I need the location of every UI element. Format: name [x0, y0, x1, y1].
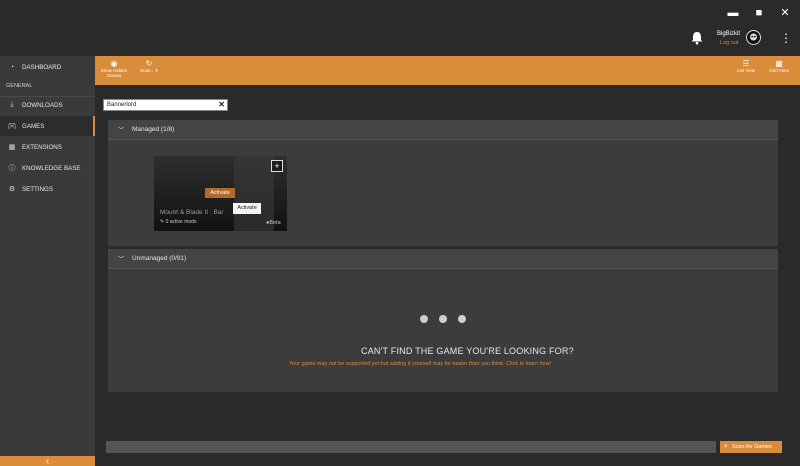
chevron-left-icon: ‹	[45, 455, 50, 466]
game-title: Mount & Blade II : Bar	[160, 209, 224, 216]
window-controls: ▬ ■ ✕	[726, 6, 792, 20]
sidebar-item-games[interactable]: 🎮︎ GAMES	[0, 116, 95, 136]
avatar[interactable]	[746, 30, 761, 45]
sidebar-item-downloads[interactable]: ⤓ DOWNLOADS	[0, 95, 95, 115]
list-view-label: List View	[737, 68, 755, 73]
sidebar-item-label: GAMES	[22, 122, 45, 130]
grid-view-button[interactable]: ▦ Grid View	[765, 59, 793, 73]
gear-icon: ⚙	[8, 186, 16, 193]
clear-search-icon[interactable]: ✕	[218, 100, 225, 110]
grid-view-icon: ▦	[775, 59, 783, 68]
learn-how-link[interactable]: Your game may not be supported yet but a…	[289, 361, 551, 367]
sidebar-item-label: DOWNLOADS	[22, 101, 63, 109]
collapse-sidebar-button[interactable]: ‹	[0, 456, 95, 466]
loading-dot	[439, 315, 447, 323]
search-value: Bannerlord	[107, 102, 137, 108]
loading-indicator	[420, 315, 466, 323]
sidebar-item-label: EXTENSIONS	[22, 143, 62, 151]
scan-button-label: Scan for Games	[732, 444, 772, 450]
activate-tooltip: Activate	[233, 203, 261, 214]
managed-header-label: Managed (1/8)	[132, 126, 175, 133]
sidebar-item-extensions[interactable]: ▦ EXTENSIONS	[0, 137, 95, 157]
scan-short-label: Scan...	[140, 68, 155, 73]
sidebar-item-label: DASHBOARD	[22, 63, 62, 71]
dashboard-icon: ◔	[9, 63, 15, 71]
logout-link[interactable]: Log out	[720, 40, 738, 46]
chevron-down-icon: ▾	[155, 68, 158, 73]
bell-icon[interactable]	[690, 31, 704, 45]
beta-label: Beta	[269, 220, 281, 226]
grid-view-label: Grid View	[769, 68, 789, 73]
cant-find-title: CAN'T FIND THE GAME YOU'RE LOOKING FOR?	[361, 346, 574, 356]
sidebar: ◔ DASHBOARD GENERAL ⤓ DOWNLOADS 🎮︎ GAMES…	[0, 56, 95, 466]
title-bar: ▬ ■ ✕	[0, 0, 800, 56]
wrench-icon: ✎	[160, 219, 165, 225]
close-button[interactable]: ✕	[778, 6, 792, 20]
managed-panel-header[interactable]: ﹀ Managed (1/8)	[108, 120, 778, 140]
eye-icon: ◉	[110, 59, 118, 68]
list-icon: ☰	[742, 59, 750, 68]
add-icon[interactable]: +	[271, 160, 283, 172]
grid-icon: ▦	[8, 144, 16, 151]
scan-menu-button[interactable]: ↻ Scan... ▾	[135, 59, 163, 73]
progress-bar	[106, 441, 716, 453]
show-hidden-games-button[interactable]: ◉ Show Hidden Games	[99, 59, 129, 78]
gamepad-icon: 🎮︎	[7, 123, 17, 130]
sidebar-item-knowledge-base[interactable]: ⓘ KNOWLEDGE BASE	[0, 158, 95, 178]
download-icon: ⤓	[10, 101, 14, 108]
unmanaged-panel-header[interactable]: ﹀ Unmanaged (0/91)	[108, 249, 778, 269]
toolbar: ◉ Show Hidden Games ↻ Scan... ▾ ☰ List V…	[95, 56, 800, 85]
maximize-button[interactable]: ■	[752, 6, 766, 20]
list-view-button[interactable]: ☰ List View	[733, 59, 759, 73]
sidebar-item-dashboard[interactable]: ◔ DASHBOARD	[0, 57, 95, 77]
search-input[interactable]: Bannerlord ✕	[103, 99, 228, 111]
sidebar-section-header: GENERAL	[6, 83, 33, 89]
beta-badge: ●Beta	[266, 220, 281, 226]
unmanaged-header-label: Unmanaged (0/91)	[132, 255, 187, 262]
show-hidden-label-2: Games	[106, 73, 122, 78]
refresh-icon: ↻	[145, 59, 153, 68]
active-mods-label: 0 active mods	[165, 219, 197, 225]
more-options-icon[interactable]: ⋮	[780, 31, 792, 45]
user-name: BigBizkit	[717, 31, 741, 37]
scan-for-games-button[interactable]: ⌕ Scan for Games	[720, 441, 782, 453]
loading-dot	[420, 315, 428, 323]
sidebar-item-label: SETTINGS	[22, 185, 53, 193]
sidebar-item-settings[interactable]: ⚙ SETTINGS	[0, 179, 95, 199]
chevron-down-icon: ﹀	[118, 257, 125, 263]
loading-dot	[458, 315, 466, 323]
active-mods-count: ✎ 0 active mods	[160, 219, 196, 225]
chevron-down-icon: ﹀	[118, 128, 125, 134]
search-icon: ⌕	[724, 443, 728, 450]
sidebar-item-label: KNOWLEDGE BASE	[22, 164, 81, 172]
minimize-button[interactable]: ▬	[726, 6, 740, 20]
skull-icon	[750, 33, 757, 41]
info-icon: ⓘ	[8, 165, 16, 172]
activate-button[interactable]: Activate	[205, 188, 235, 198]
